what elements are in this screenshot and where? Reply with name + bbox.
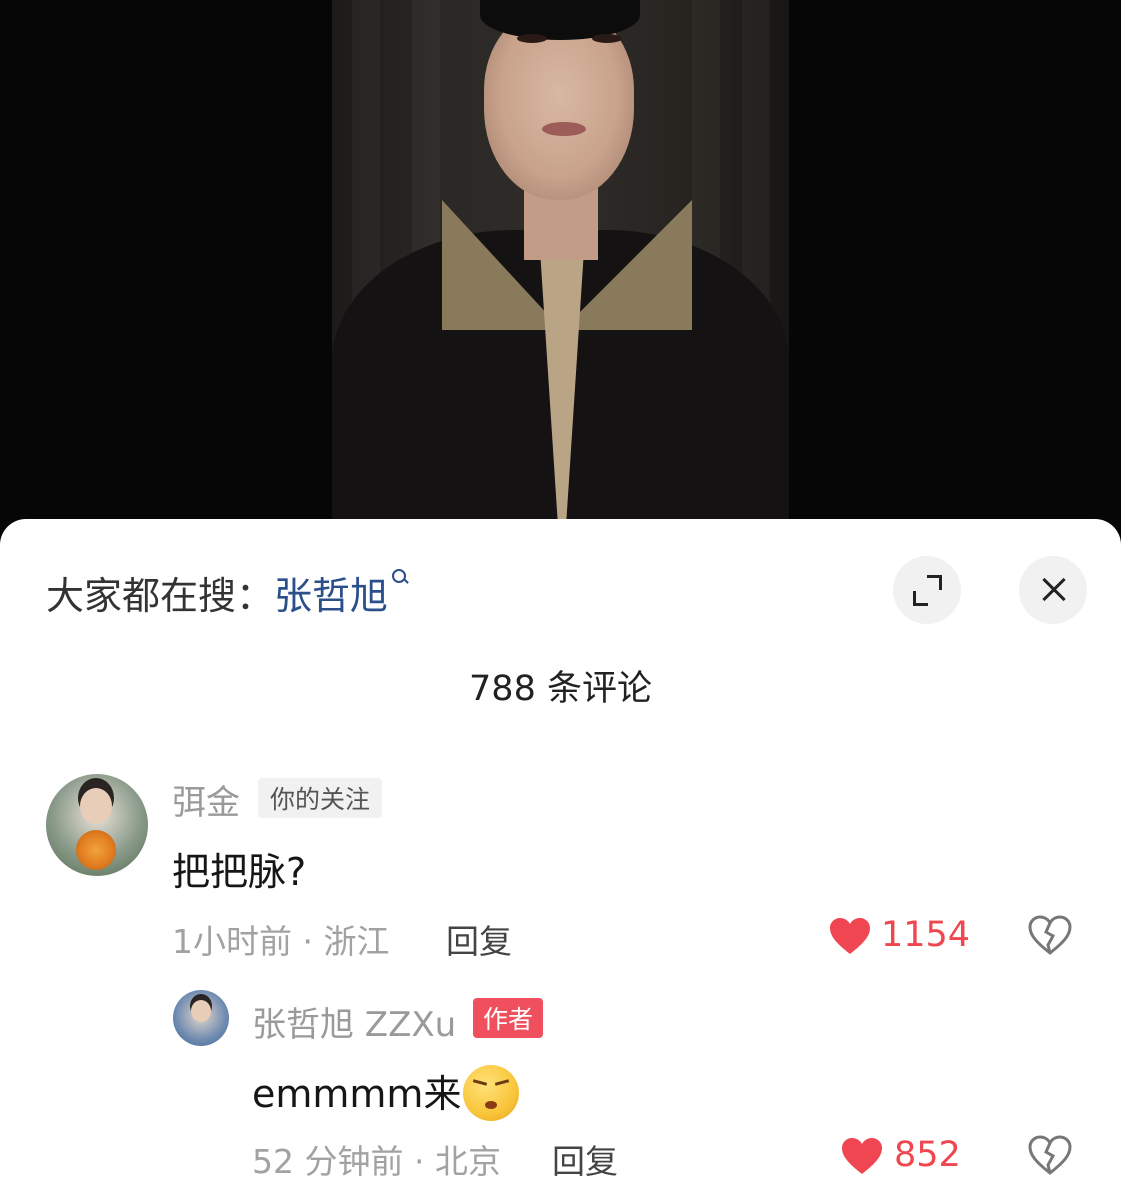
- following-badge: 你的关注: [258, 778, 383, 818]
- author-badge: 作者: [473, 998, 544, 1038]
- search-hint-keyword[interactable]: 张哲旭: [274, 574, 388, 618]
- expand-icon: [927, 575, 942, 590]
- comment-text: 把把脉?: [172, 850, 307, 894]
- comment-time-location: 52 分钟前 · 北京: [252, 1142, 501, 1181]
- comment-author[interactable]: 弭金: [172, 775, 240, 824]
- close-button[interactable]: [1019, 556, 1087, 624]
- reply-button[interactable]: 回复: [552, 1135, 618, 1183]
- unamused-face-emoji: [463, 1064, 520, 1121]
- trending-search-hint[interactable]: 大家都在搜：张哲旭: [46, 565, 408, 620]
- comments-count: 788 条评论: [469, 669, 652, 709]
- expand-button[interactable]: [893, 556, 961, 624]
- video-frame: [332, 0, 789, 560]
- search-hint-prefix: 大家都在搜：: [46, 574, 275, 618]
- broken-heart-icon[interactable]: [1027, 1134, 1073, 1176]
- like-count: 852: [894, 1135, 961, 1175]
- heart-icon[interactable]: [828, 916, 872, 956]
- comment-time-location: 1小时前 · 浙江: [172, 922, 390, 961]
- heart-icon[interactable]: [840, 1136, 884, 1176]
- video-player[interactable]: [0, 0, 1121, 560]
- avatar[interactable]: [46, 774, 148, 876]
- comment-author[interactable]: 张哲旭 ZZXu: [252, 997, 456, 1046]
- reply-button[interactable]: 回复: [446, 915, 512, 963]
- comment-sheet: 大家都在搜：张哲旭 788 条评论 弭金 你的关注 把把脉? 1小时前 · 浙江…: [0, 519, 1121, 1200]
- comment-text: emmmm来: [252, 1063, 520, 1125]
- avatar[interactable]: [173, 990, 229, 1046]
- comment-text-content: emmmm来: [252, 1072, 462, 1116]
- search-icon: [392, 569, 408, 589]
- like-count: 1154: [881, 915, 971, 955]
- broken-heart-icon[interactable]: [1027, 914, 1073, 956]
